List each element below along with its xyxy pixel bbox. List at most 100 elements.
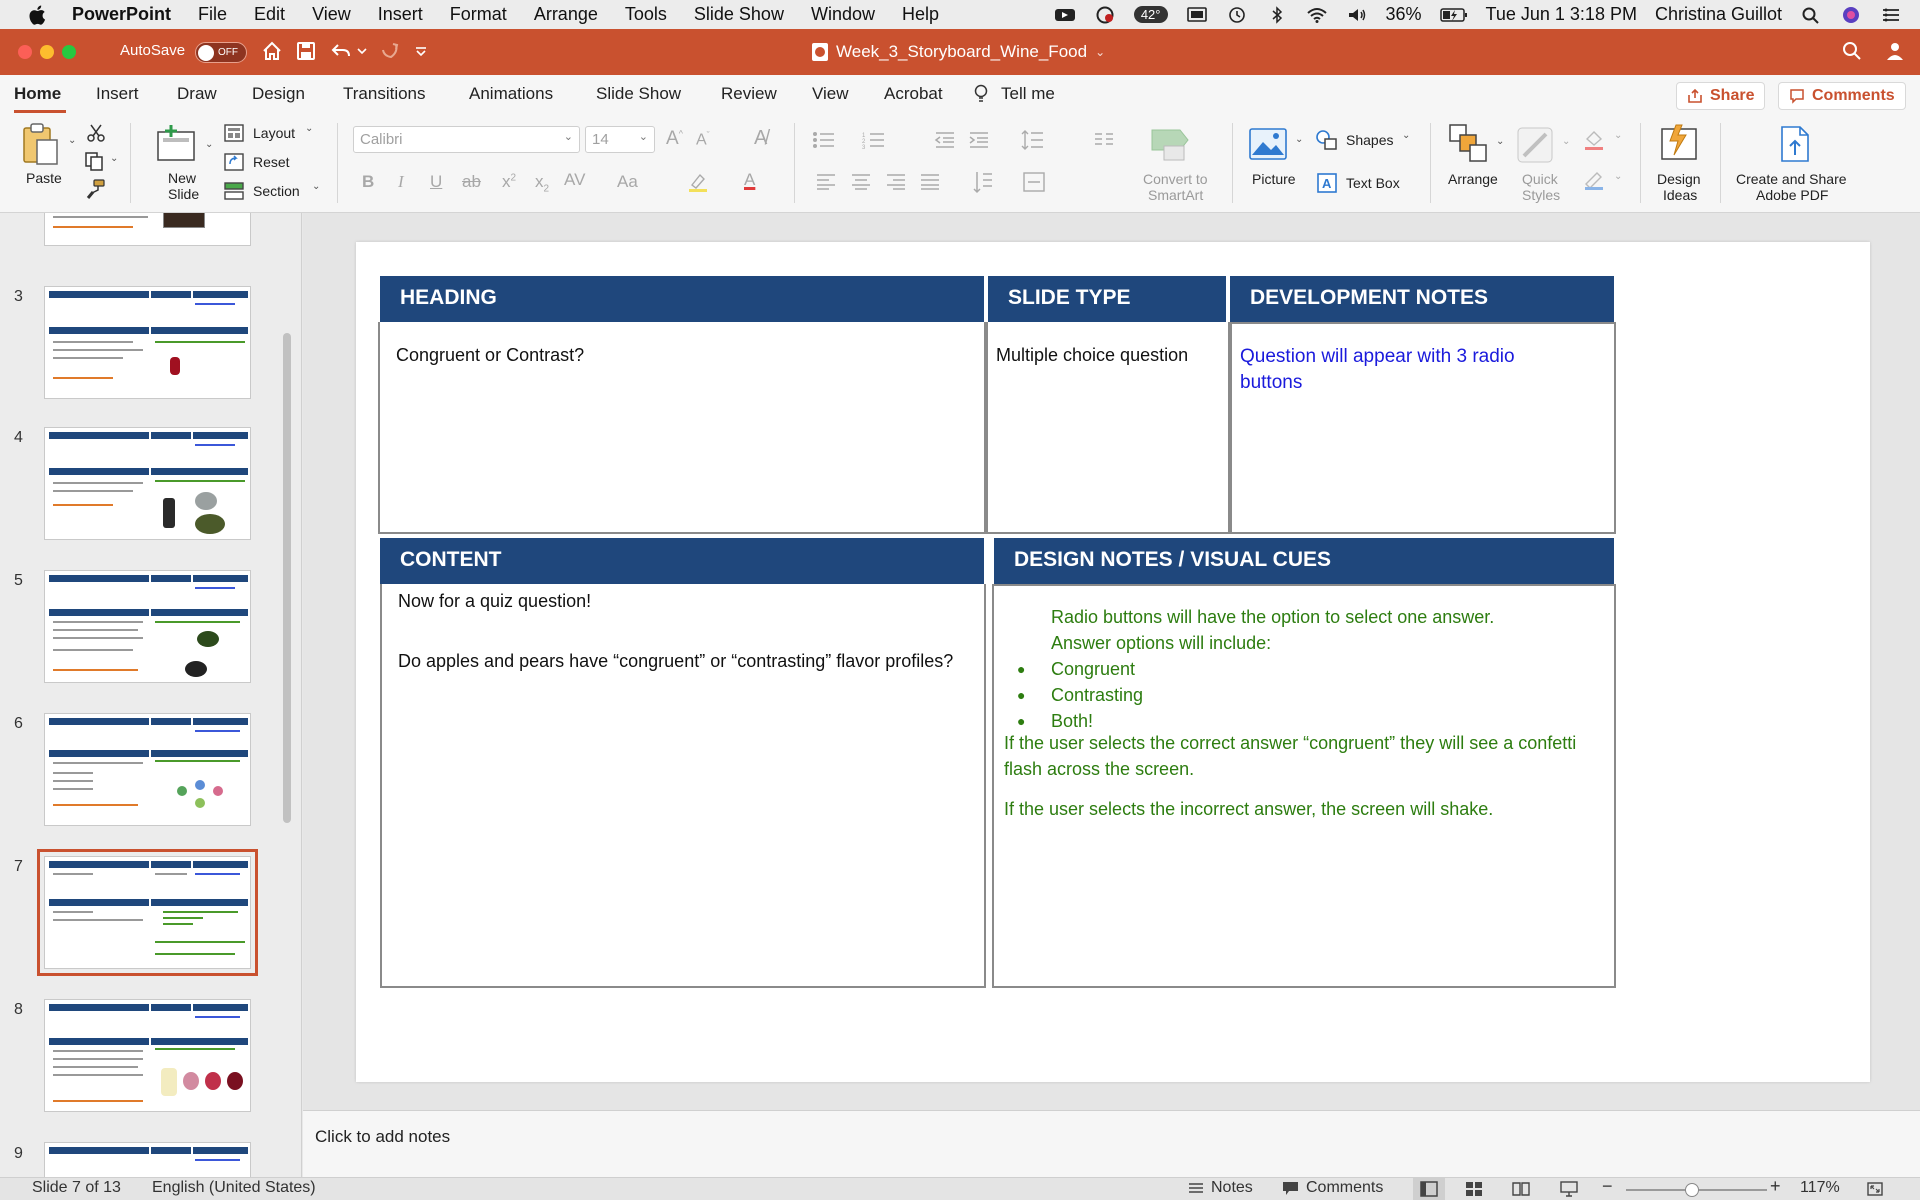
- justify-icon[interactable]: [920, 173, 940, 191]
- shapes-icon[interactable]: [1316, 130, 1338, 150]
- strikethrough-icon[interactable]: ab: [462, 172, 481, 192]
- fit-to-window-icon[interactable]: [1866, 1181, 1884, 1197]
- zoom-in-icon[interactable]: +: [1770, 1176, 1781, 1197]
- autosave-toggle[interactable]: OFF: [195, 42, 247, 63]
- tab-insert[interactable]: Insert: [96, 84, 139, 104]
- minimize-window-button[interactable]: [40, 45, 54, 59]
- align-left-icon[interactable]: [816, 173, 836, 191]
- menubar-clock[interactable]: Tue Jun 1 3:18 PM: [1486, 4, 1637, 25]
- align-center-icon[interactable]: [851, 173, 871, 191]
- zoom-percent[interactable]: 117%: [1800, 1179, 1840, 1197]
- tab-home[interactable]: Home: [14, 84, 61, 104]
- superscript-icon[interactable]: x2: [502, 172, 516, 192]
- search-icon[interactable]: [1841, 40, 1863, 62]
- slide-thumbnail[interactable]: [44, 213, 251, 246]
- picture-icon[interactable]: [1249, 128, 1287, 160]
- notes-toggle-label[interactable]: Notes: [1211, 1179, 1253, 1197]
- bold-icon[interactable]: B: [362, 172, 374, 192]
- font-color-icon[interactable]: A: [744, 170, 755, 190]
- format-painter-icon[interactable]: [86, 179, 106, 199]
- tab-acrobat[interactable]: Acrobat: [884, 84, 943, 104]
- highlight-icon[interactable]: [687, 171, 709, 193]
- copy-icon[interactable]: [84, 151, 104, 171]
- reading-view-icon[interactable]: [1512, 1181, 1530, 1197]
- notes-icon[interactable]: [1188, 1182, 1204, 1196]
- convert-smartart-icon[interactable]: [1150, 126, 1192, 162]
- quick-styles-chevron-icon[interactable]: ⌄: [1562, 136, 1570, 147]
- current-slide[interactable]: HEADING SLIDE TYPE DEVELOPMENT NOTES Con…: [356, 242, 1870, 1082]
- slide-type-cell[interactable]: Multiple choice question: [986, 322, 1230, 534]
- comments-toggle-label[interactable]: Comments: [1306, 1179, 1383, 1197]
- notes-placeholder[interactable]: Click to add notes: [315, 1127, 450, 1147]
- display-icon[interactable]: [1186, 6, 1208, 24]
- menu-format[interactable]: Format: [450, 4, 507, 25]
- zoom-slider-knob[interactable]: [1685, 1183, 1699, 1197]
- clear-formatting-icon[interactable]: A̸: [754, 127, 767, 150]
- character-spacing-icon[interactable]: AV: [564, 170, 585, 190]
- time-machine-icon[interactable]: [1226, 6, 1248, 24]
- home-icon[interactable]: [261, 40, 283, 62]
- document-title[interactable]: Week_3_Storyboard_Wine_Food ⌄: [812, 42, 1105, 62]
- tab-slide-show[interactable]: Slide Show: [596, 84, 681, 104]
- slide-thumbnail[interactable]: [44, 286, 251, 399]
- text-box-label[interactable]: Text Box: [1346, 175, 1400, 191]
- heading-cell[interactable]: Congruent or Contrast?: [378, 322, 986, 534]
- wifi-icon[interactable]: [1306, 6, 1328, 24]
- menu-file[interactable]: File: [198, 4, 227, 25]
- menu-tools[interactable]: Tools: [625, 4, 667, 25]
- section-label[interactable]: Section: [253, 183, 300, 199]
- menu-window[interactable]: Window: [811, 4, 875, 25]
- undo-icon[interactable]: [330, 40, 352, 62]
- font-size-combo[interactable]: 14 ⌄: [585, 126, 655, 153]
- paste-options-chevron-icon[interactable]: ⌄: [68, 135, 76, 146]
- tab-review[interactable]: Review: [721, 84, 777, 104]
- tab-tell-me[interactable]: Tell me: [1001, 84, 1055, 104]
- slide-thumbnail[interactable]: [44, 713, 251, 826]
- numbering-icon[interactable]: 123: [862, 131, 886, 149]
- comments-icon[interactable]: [1282, 1181, 1299, 1196]
- increase-font-size-icon[interactable]: A^: [666, 128, 683, 150]
- layout-chevron-icon[interactable]: ⌄: [305, 123, 313, 134]
- text-direction-icon[interactable]: [972, 170, 994, 194]
- slide-thumbnail[interactable]: [44, 1142, 251, 1177]
- adobe-pdf-icon[interactable]: [1778, 125, 1812, 163]
- spotlight-search-icon[interactable]: [1800, 6, 1822, 24]
- undo-dropdown-chevron-icon[interactable]: [356, 40, 368, 62]
- slide-editor-canvas[interactable]: HEADING SLIDE TYPE DEVELOPMENT NOTES Con…: [303, 213, 1920, 1110]
- section-chevron-icon[interactable]: ⌄: [312, 181, 320, 192]
- decrease-font-size-icon[interactable]: Aˇ: [696, 130, 710, 149]
- slide-thumbnail[interactable]: [44, 427, 251, 540]
- italic-icon[interactable]: I: [398, 172, 404, 192]
- apple-logo-icon[interactable]: [28, 5, 46, 25]
- thumbnails-scrollbar[interactable]: [283, 333, 291, 823]
- comments-button[interactable]: Comments: [1778, 82, 1906, 110]
- tab-animations[interactable]: Animations: [469, 84, 553, 104]
- design-ideas-icon[interactable]: [1658, 123, 1700, 163]
- menu-app-name[interactable]: PowerPoint: [72, 4, 171, 25]
- speaker-notes-pane[interactable]: Click to add notes: [303, 1110, 1920, 1177]
- share-button[interactable]: Share: [1676, 82, 1766, 110]
- zoom-out-icon[interactable]: −: [1602, 1176, 1613, 1197]
- siri-icon[interactable]: [1840, 6, 1862, 24]
- menubar-user[interactable]: Christina Guillot: [1655, 4, 1782, 25]
- shapes-label[interactable]: Shapes: [1346, 132, 1393, 148]
- slide-thumbnail[interactable]: [44, 570, 251, 683]
- reset-icon[interactable]: [224, 153, 244, 171]
- volume-icon[interactable]: [1346, 6, 1368, 24]
- shape-fill-chevron-icon[interactable]: ⌄: [1614, 130, 1622, 141]
- menu-edit[interactable]: Edit: [254, 4, 285, 25]
- change-case-icon[interactable]: Aa: [617, 172, 638, 192]
- bullets-icon[interactable]: [812, 131, 836, 149]
- increase-indent-icon[interactable]: [968, 131, 990, 149]
- creative-cloud-icon[interactable]: [1094, 6, 1116, 24]
- tab-transitions[interactable]: Transitions: [343, 84, 426, 104]
- menu-slide-show[interactable]: Slide Show: [694, 4, 784, 25]
- shape-fill-icon[interactable]: [1583, 129, 1605, 151]
- menu-insert[interactable]: Insert: [378, 4, 423, 25]
- tab-design[interactable]: Design: [252, 84, 305, 104]
- shape-outline-chevron-icon[interactable]: ⌄: [1614, 171, 1622, 182]
- paste-icon[interactable]: [20, 122, 60, 168]
- shape-outline-icon[interactable]: [1583, 169, 1605, 191]
- video-camera-icon[interactable]: [1054, 6, 1076, 24]
- slide-thumbnail-selected[interactable]: [37, 849, 258, 976]
